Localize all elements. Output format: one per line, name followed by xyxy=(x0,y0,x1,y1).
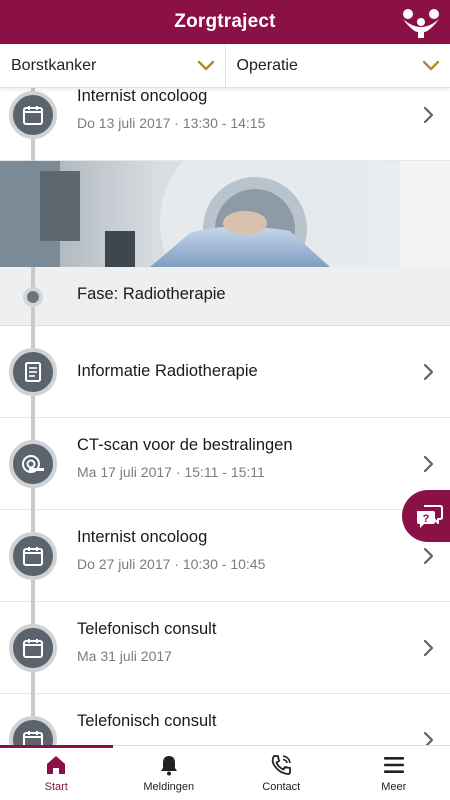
care-timeline[interactable]: Internist oncoloog Do 13 juli 2017 · 13:… xyxy=(0,88,450,745)
app-header: Zorgtraject xyxy=(0,0,450,44)
chevron-right-icon xyxy=(423,455,434,473)
menu-icon xyxy=(383,757,404,773)
tab-label: Contact xyxy=(262,781,301,793)
phase-header: Fase: Radiotherapie xyxy=(0,267,450,326)
item-title: Informatie Radiotherapie xyxy=(77,362,258,380)
phone-icon xyxy=(272,755,292,775)
phase-photo xyxy=(0,161,450,267)
tab-meer[interactable]: Meer xyxy=(338,746,450,800)
tab-start[interactable]: Start xyxy=(0,745,113,800)
chat-button[interactable]: ? xyxy=(402,490,450,542)
document-icon xyxy=(9,348,57,396)
bottom-tab-bar: Start Meldingen Contact Meer xyxy=(0,745,450,800)
item-date: Do 13 juli 2017 · 13:30 - 14:15 xyxy=(77,115,266,131)
phase-select[interactable]: Operatie xyxy=(224,44,450,87)
condition-select[interactable]: Borstkanker xyxy=(0,44,225,87)
timeline-item[interactable]: CT-scan voor de bestralingen Ma 17 juli … xyxy=(0,418,450,510)
item-title: Telefonisch consult xyxy=(77,712,217,730)
chevron-down-icon xyxy=(197,60,214,71)
calendar-icon xyxy=(9,532,57,580)
phase-select-value: Operatie xyxy=(236,56,298,74)
tab-label: Start xyxy=(44,781,68,793)
item-date: Do 27 juli 2017 · 10:30 - 10:45 xyxy=(77,556,266,572)
condition-select-value: Borstkanker xyxy=(11,56,97,74)
item-title: CT-scan voor de bestralingen xyxy=(77,436,293,454)
chevron-right-icon xyxy=(423,547,434,565)
home-icon xyxy=(47,756,66,774)
people-logo-icon[interactable] xyxy=(400,5,442,39)
calendar-icon xyxy=(9,624,57,672)
timeline-item[interactable]: Internist oncoloog Do 27 juli 2017 · 10:… xyxy=(0,510,450,602)
phase-title: Fase: Radiotherapie xyxy=(77,285,226,303)
filter-bar: Borstkanker Operatie xyxy=(0,44,450,88)
item-title: Telefonisch consult xyxy=(77,620,217,638)
calendar-icon xyxy=(9,716,57,745)
phase-dot-icon xyxy=(23,287,43,307)
item-date: Ma 31 juli 2017 xyxy=(77,648,172,664)
chevron-right-icon xyxy=(423,731,434,745)
chevron-right-icon xyxy=(423,363,434,381)
timeline-item[interactable]: Telefonisch consult xyxy=(0,694,450,745)
item-date: Ma 17 juli 2017 · 15:11 - 15:11 xyxy=(77,464,265,480)
chat-question-icon: ? xyxy=(417,505,443,528)
bell-icon xyxy=(160,756,177,776)
timeline-item[interactable]: Informatie Radiotherapie xyxy=(0,326,450,418)
chevron-right-icon xyxy=(423,639,434,657)
chevron-down-icon xyxy=(422,60,440,71)
item-title: Internist oncoloog xyxy=(77,88,208,105)
calendar-icon xyxy=(9,91,57,139)
timeline-item[interactable]: Telefonisch consult Ma 31 juli 2017 xyxy=(0,602,450,694)
chevron-right-icon xyxy=(423,106,434,124)
tab-meldingen[interactable]: Meldingen xyxy=(113,746,226,800)
tab-contact[interactable]: Contact xyxy=(225,746,338,800)
item-title: Internist oncoloog xyxy=(77,528,208,546)
timeline-item[interactable]: Internist oncoloog Do 13 juli 2017 · 13:… xyxy=(0,88,450,161)
svg-text:?: ? xyxy=(423,513,430,525)
tab-label: Meldingen xyxy=(143,781,195,793)
scanner-icon xyxy=(9,440,57,488)
page-title: Zorgtraject xyxy=(174,11,276,32)
tab-label: Meer xyxy=(381,781,407,793)
